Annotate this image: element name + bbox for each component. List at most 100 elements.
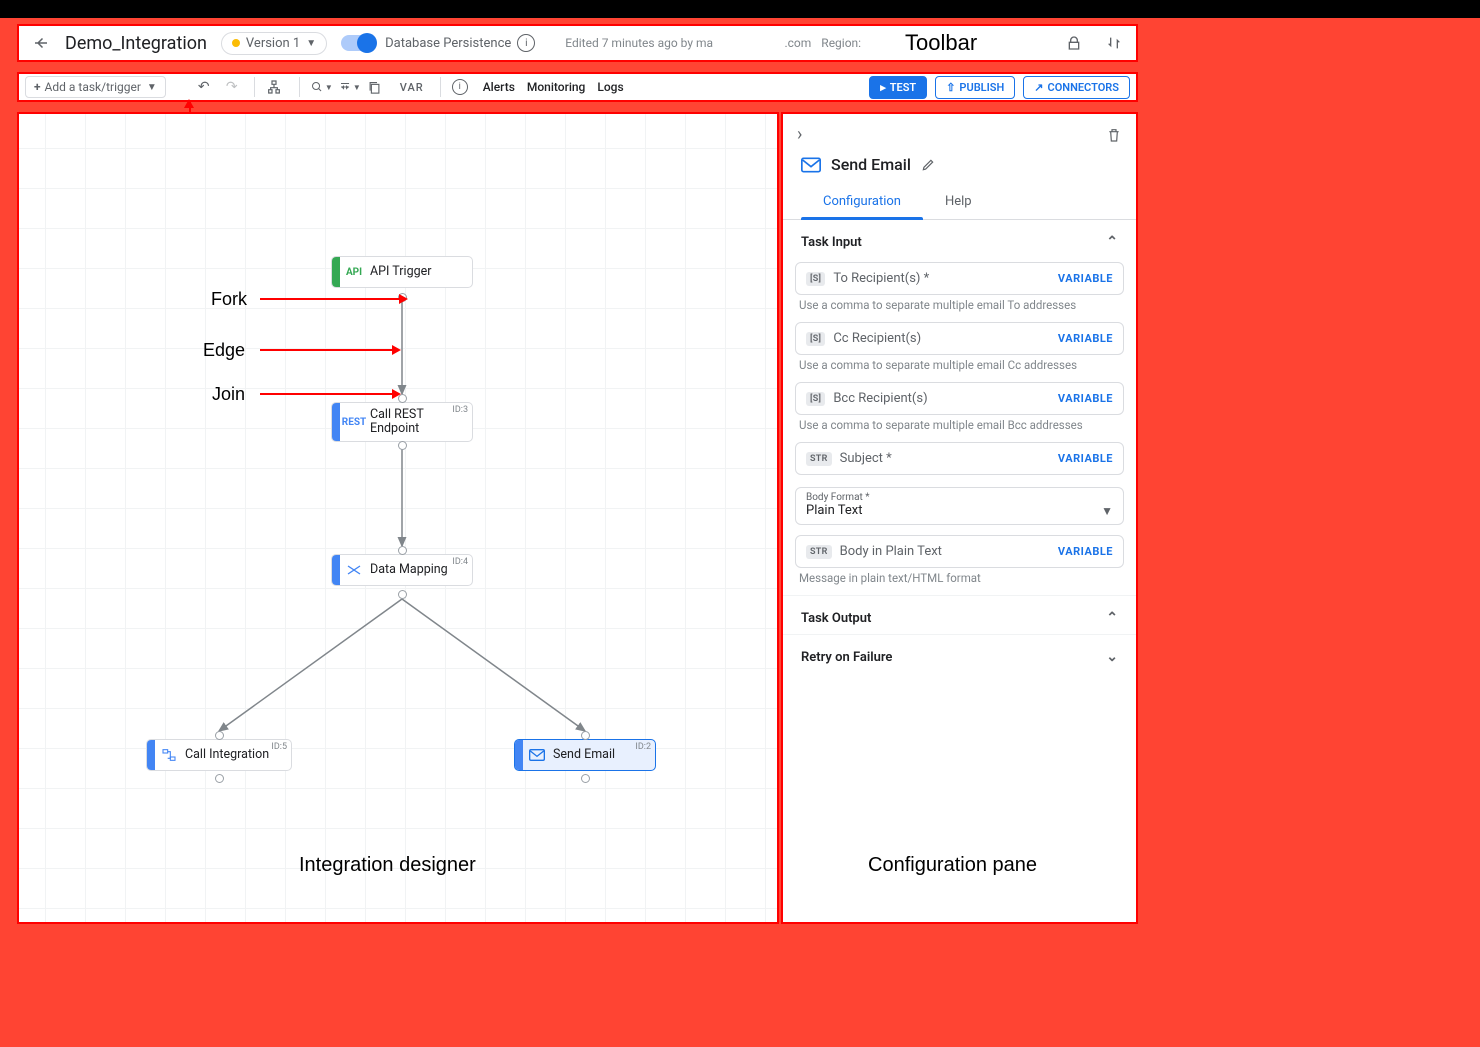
mail-icon	[801, 157, 821, 173]
back-button[interactable]	[29, 31, 53, 55]
swap-icon[interactable]	[1106, 35, 1126, 51]
type-badge: [S]	[806, 332, 825, 346]
node-port-out[interactable]	[215, 774, 224, 783]
node-port-in[interactable]	[215, 731, 224, 740]
edited-by-text: Edited 7 minutes ago by maxxxxxxxxxxxx.c…	[565, 36, 811, 50]
variable-link[interactable]: VARIABLE	[1058, 452, 1113, 465]
annotation-line	[260, 349, 393, 351]
join-annotation: Join	[212, 384, 245, 405]
node-stripe	[332, 257, 340, 287]
cc-helper: Use a comma to separate multiple email C…	[799, 358, 1120, 372]
edit-name-button[interactable]	[921, 158, 935, 172]
node-port-out[interactable]	[581, 774, 590, 783]
annotation-arrow	[392, 345, 401, 355]
toggle-knob	[357, 33, 377, 53]
alerts-link[interactable]: Alerts	[483, 80, 515, 94]
annotation-arrow-up	[184, 99, 194, 108]
to-recipients-field[interactable]: [S] To Recipient(s) * VARIABLE	[795, 262, 1124, 295]
node-port-in[interactable]	[581, 731, 590, 740]
chevron-up-icon: ⌃	[1106, 610, 1118, 626]
monitoring-link[interactable]: Monitoring	[527, 80, 586, 94]
publish-button[interactable]: ⇧PUBLISH	[935, 76, 1015, 99]
data-mapping-icon	[340, 562, 368, 578]
add-task-trigger-button[interactable]: + Add a task/trigger ▼	[25, 76, 166, 98]
bcc-recipients-field[interactable]: [S] Bcc Recipient(s) VARIABLE	[795, 382, 1124, 415]
node-send-email[interactable]: Send Email ID:2	[514, 739, 656, 771]
version-selector[interactable]: Version 1 ▼	[221, 32, 327, 55]
node-label: API Trigger	[368, 259, 441, 285]
connectors-button[interactable]: ↗CONNECTORS	[1023, 76, 1130, 99]
node-call-rest[interactable]: REST Call REST Endpoint ID:3	[331, 402, 473, 442]
tab-configuration[interactable]: Configuration	[801, 184, 923, 219]
node-port-out[interactable]	[398, 590, 407, 599]
zoom-button[interactable]: ▼	[311, 80, 333, 94]
variables-button[interactable]: VAR	[400, 81, 424, 94]
toolbar-annotation: Toolbar	[905, 30, 977, 56]
node-label: Call REST Endpoint	[368, 402, 448, 442]
body-format-select[interactable]: Body Format * Plain Text ▼	[795, 487, 1124, 525]
node-label: Data Mapping	[368, 557, 458, 583]
variable-link[interactable]: VARIABLE	[1058, 272, 1113, 285]
play-icon: ▸	[880, 81, 886, 94]
annotation-line	[260, 298, 400, 300]
chevron-down-icon: ▼	[147, 82, 157, 93]
region-label: Region:	[821, 36, 861, 50]
help-info-button[interactable]: i	[452, 79, 474, 95]
variable-link[interactable]: VARIABLE	[1058, 332, 1113, 345]
tab-help[interactable]: Help	[923, 184, 994, 219]
select-label: Body Format *	[806, 492, 1113, 503]
arrow-left-icon	[32, 34, 50, 52]
subject-field[interactable]: STR Subject * VARIABLE	[795, 442, 1124, 475]
variable-link[interactable]: VARIABLE	[1058, 392, 1113, 405]
variable-link[interactable]: VARIABLE	[1058, 545, 1113, 558]
node-port-in[interactable]	[398, 546, 407, 555]
task-input-section-header[interactable]: Task Input ⌃	[783, 220, 1136, 258]
node-api-trigger[interactable]: API API Trigger	[331, 256, 473, 288]
node-port-out[interactable]	[398, 441, 407, 450]
plus-icon: +	[34, 80, 41, 94]
integration-designer-canvas[interactable]: API API Trigger REST Call REST Endpoint …	[17, 112, 779, 924]
persistence-toggle[interactable]	[341, 35, 375, 51]
toolbar: Demo_Integration Version 1 ▼ Database Pe…	[17, 24, 1138, 62]
type-badge: [S]	[806, 272, 825, 286]
persistence-label: Database Persistence	[385, 36, 511, 51]
node-data-mapping[interactable]: Data Mapping ID:4	[331, 554, 473, 586]
section-label: Retry on Failure	[801, 650, 892, 665]
annotation-arrow	[392, 389, 401, 399]
field-label: Bcc Recipient(s)	[833, 391, 1058, 406]
lock-icon[interactable]	[1066, 35, 1086, 51]
config-header: ›	[783, 114, 1136, 149]
edge-annotation: Edge	[203, 340, 245, 361]
field-label: Subject *	[840, 451, 1058, 466]
separator	[299, 77, 300, 97]
integration-title: Demo_Integration	[65, 33, 207, 54]
info-icon[interactable]: i	[517, 34, 535, 52]
redo-button[interactable]: ↷	[221, 79, 243, 95]
separator	[440, 77, 441, 97]
api-icon: API	[340, 267, 368, 278]
designer-bottom-label: Integration designer	[299, 854, 476, 877]
align-button[interactable]: ▼	[339, 80, 361, 94]
chevron-up-icon: ⌃	[1106, 234, 1118, 250]
undo-button[interactable]: ↶	[193, 79, 215, 95]
test-button[interactable]: ▸TEST	[869, 76, 927, 99]
copy-button[interactable]	[367, 80, 389, 95]
annotation-line	[260, 393, 393, 395]
logs-link[interactable]: Logs	[597, 80, 623, 94]
retry-section-header[interactable]: Retry on Failure ⌄	[783, 634, 1136, 673]
task-output-section-header[interactable]: Task Output ⌃	[783, 595, 1136, 634]
node-label: Call Integration	[183, 742, 279, 768]
mail-icon	[523, 749, 551, 761]
navigation-bar: + Add a task/trigger ▼ ↶ ↷ ▼ ▼ VAR i Ale…	[17, 72, 1138, 102]
node-stripe	[147, 740, 155, 770]
select-value: Plain Text	[806, 503, 1101, 518]
configuration-pane: › Send Email Configuration Help Task Inp…	[781, 112, 1138, 924]
body-field[interactable]: STR Body in Plain Text VARIABLE	[795, 535, 1124, 568]
node-call-integration[interactable]: Call Integration ID:5	[146, 739, 292, 771]
cc-recipients-field[interactable]: [S] Cc Recipient(s) VARIABLE	[795, 322, 1124, 355]
layout-button[interactable]	[266, 79, 288, 95]
collapse-pane-button[interactable]: ›	[797, 124, 802, 145]
field-label: Body in Plain Text	[840, 544, 1058, 559]
chevron-down-icon: ▼	[306, 38, 316, 49]
delete-button[interactable]	[1106, 126, 1122, 144]
